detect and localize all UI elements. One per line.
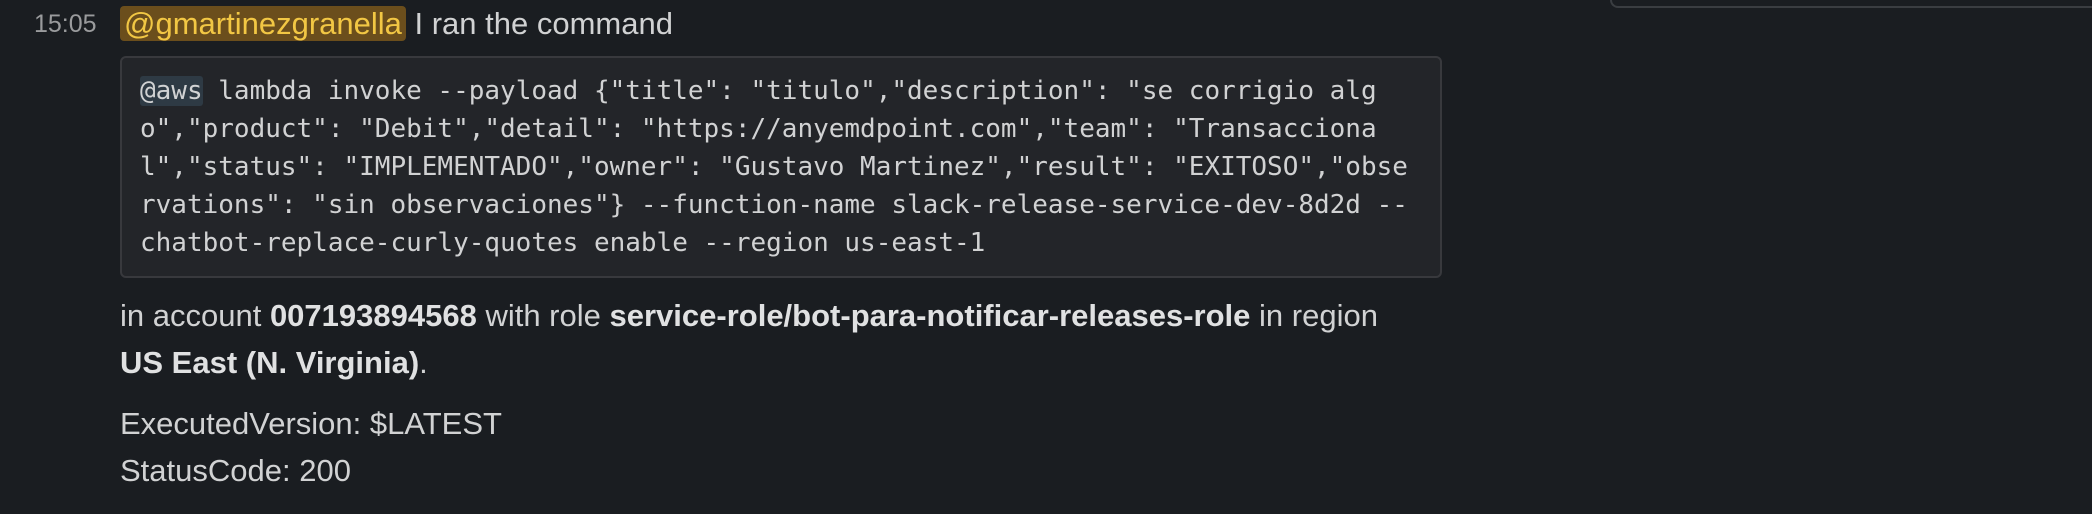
- result-summary: in account 007193894568 with role servic…: [120, 292, 1450, 386]
- result-part2: with role: [476, 298, 610, 333]
- result-part3: in region: [1250, 298, 1378, 333]
- code-block: @aws lambda invoke --payload {"title": "…: [120, 56, 1442, 278]
- account-id: 007193894568: [269, 298, 477, 333]
- result-part4: .: [419, 345, 428, 380]
- code-text: lambda invoke --payload {"title": "titul…: [140, 76, 1408, 258]
- adjacent-panel-edge: [1610, 0, 2092, 8]
- result-part1: in account: [120, 298, 270, 333]
- role-name: service-role/bot-para-notificar-releases…: [609, 298, 1251, 333]
- invoke-stats: ExecutedVersion: $LATEST StatusCode: 200: [120, 400, 1450, 494]
- message-body: @gmartinezgranella I ran the command @aw…: [120, 0, 1450, 494]
- executed-version: ExecutedVersion: $LATEST: [120, 406, 502, 441]
- user-mention[interactable]: @gmartinezgranella: [120, 6, 406, 41]
- code-mention[interactable]: @aws: [140, 76, 203, 106]
- message-timestamp[interactable]: 15:05: [34, 10, 97, 39]
- status-code: StatusCode: 200: [120, 453, 351, 488]
- region-name: US East (N. Virginia): [120, 345, 420, 380]
- intro-text: I ran the command: [405, 6, 673, 41]
- message-intro: @gmartinezgranella I ran the command: [120, 3, 1450, 45]
